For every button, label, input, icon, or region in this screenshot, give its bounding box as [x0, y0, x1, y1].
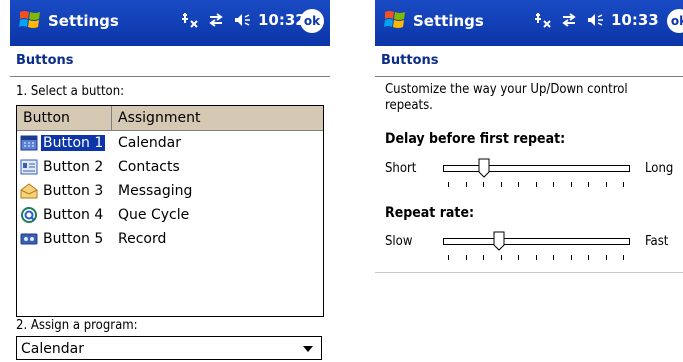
delay-slider-ticks — [448, 182, 624, 187]
signal-off-icon[interactable] — [180, 10, 200, 30]
delay-max-label: Long — [645, 161, 674, 176]
rate-slider-ticks — [448, 255, 624, 260]
column-header-button[interactable]: Button — [17, 106, 112, 130]
page-title: Buttons — [10, 46, 330, 77]
assignment-value: Contacts — [118, 159, 180, 175]
assignment-value: Calendar — [118, 135, 181, 151]
windows-start-icon[interactable] — [383, 8, 407, 32]
connectivity-icon[interactable] — [559, 10, 579, 30]
app-title: Settings — [48, 12, 119, 30]
list-item[interactable]: Button 3 Messaging — [17, 179, 323, 203]
button-name: Button 4 — [43, 207, 104, 223]
select-button-label: 1. Select a button: — [16, 84, 125, 99]
title-bar: Settings 10:32 ok — [10, 0, 330, 46]
clock[interactable]: 10:32 — [258, 11, 306, 29]
assignment-value: Que Cycle — [118, 207, 190, 223]
list-item[interactable]: Button 5 Record — [17, 227, 323, 251]
button-name: Button 5 — [43, 231, 104, 247]
signal-off-icon[interactable] — [533, 10, 553, 30]
record-icon — [19, 230, 39, 248]
list-item[interactable]: Button 1 Calendar — [17, 131, 323, 155]
ok-button[interactable]: ok — [667, 9, 683, 33]
button-name: Button 3 — [43, 183, 104, 199]
assignment-value: Record — [118, 231, 167, 247]
volume-icon[interactable] — [232, 10, 252, 30]
contacts-icon — [19, 158, 39, 176]
buttons-assignment-screen: Settings 10:32 ok Buttons 1. Select a bu… — [10, 0, 330, 362]
que-cycle-icon — [19, 206, 39, 224]
app-title: Settings — [413, 12, 484, 30]
rate-max-label: Fast — [645, 234, 669, 249]
button-list[interactable]: Button Assignment Button 1 Calendar Butt… — [16, 105, 324, 317]
list-item[interactable]: Button 4 Que Cycle — [17, 203, 323, 227]
volume-icon[interactable] — [585, 10, 605, 30]
status-area: 10:33 — [533, 10, 659, 30]
program-select[interactable]: Calendar — [16, 336, 322, 360]
delay-label: Delay before first repeat: — [385, 131, 566, 147]
list-item[interactable]: Button 2 Contacts — [17, 155, 323, 179]
status-area: 10:32 — [180, 10, 306, 30]
ok-button[interactable]: ok — [300, 9, 324, 33]
chevron-down-icon[interactable] — [303, 346, 313, 352]
clock[interactable]: 10:33 — [611, 11, 659, 29]
delay-min-label: Short — [385, 161, 417, 176]
assign-program-label: 2. Assign a program: — [16, 318, 138, 333]
assignment-value: Messaging — [118, 183, 193, 199]
rate-slider-thumb[interactable] — [493, 231, 505, 251]
list-header: Button Assignment — [17, 106, 323, 131]
messaging-icon — [19, 182, 39, 200]
repeat-rate-label: Repeat rate: — [385, 205, 475, 221]
delay-slider-track[interactable] — [443, 165, 630, 172]
button-name: Button 2 — [43, 159, 104, 175]
title-bar: Settings 10:33 ok — [375, 0, 683, 46]
column-header-assignment[interactable]: Assignment — [112, 106, 200, 130]
description-text: Customize the way your Up/Down control r… — [385, 82, 628, 113]
delay-slider-thumb[interactable] — [478, 158, 490, 178]
calendar-icon — [19, 134, 39, 152]
rate-slider-track[interactable] — [443, 238, 630, 245]
program-select-value: Calendar — [21, 341, 84, 357]
repeat-settings-screen: Settings 10:33 ok Buttons Customize the … — [375, 0, 683, 273]
page-title: Buttons — [375, 46, 683, 77]
windows-start-icon[interactable] — [18, 8, 42, 32]
button-name: Button 1 — [41, 135, 106, 151]
rate-min-label: Slow — [385, 234, 413, 249]
connectivity-icon[interactable] — [206, 10, 226, 30]
